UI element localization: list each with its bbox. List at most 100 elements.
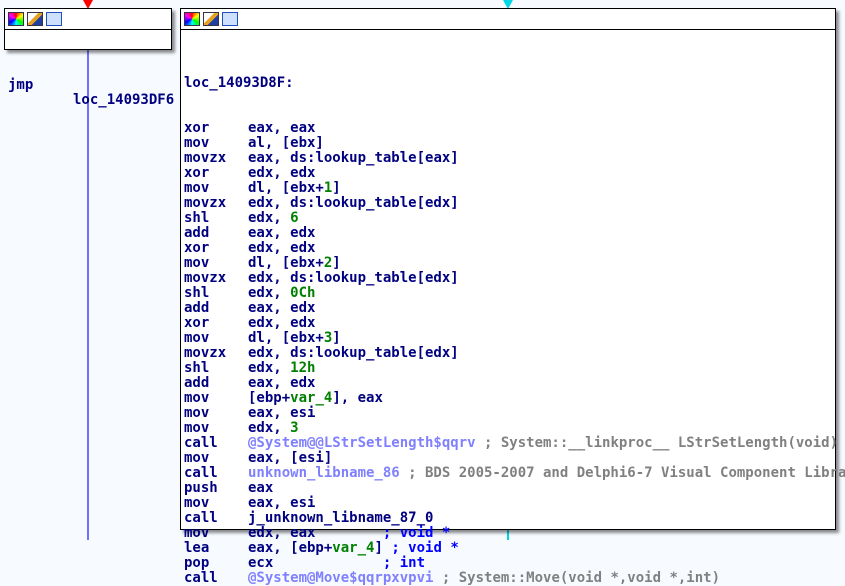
- variable-ref[interactable]: var_4: [332, 540, 374, 556]
- mnemonic: call: [184, 465, 218, 481]
- graph-overview-icon[interactable]: [222, 12, 238, 26]
- operand-text: dl, [ebx+: [248, 255, 324, 271]
- code-line: xor edx, edx: [184, 241, 835, 256]
- code-line: movzx edx, ds:lookup_table[edx]: [184, 271, 835, 286]
- number-literal: 3: [290, 420, 299, 436]
- operand-text: eax, edx: [248, 375, 316, 391]
- jump-target-link[interactable]: loc_14093DF6: [73, 93, 174, 108]
- code-line: xor edx, edx: [184, 166, 835, 181]
- operand-text: edx,: [248, 210, 291, 226]
- operands: @System@Move$qqrpxvpvi ; System::Move(vo…: [248, 571, 720, 586]
- operand-text: al, [ebx]: [248, 135, 324, 151]
- mnemonic: call: [184, 570, 218, 586]
- code-line: pop ecx ; int: [184, 556, 835, 571]
- symbol-link[interactable]: lookup_table: [315, 150, 416, 166]
- operands: [ebp+var_4], eax: [248, 391, 383, 406]
- node-titlebar[interactable]: [181, 9, 835, 30]
- code-line: mov [ebp+var_4], eax: [184, 391, 835, 406]
- color-palette-icon[interactable]: [8, 12, 24, 26]
- operands: dl, [ebx+1]: [248, 181, 341, 196]
- operand-text: ]: [374, 540, 392, 556]
- mnemonic: xor: [184, 315, 210, 331]
- symbol-link[interactable]: j_unknown_libname_87_0: [248, 510, 433, 526]
- code-lines: loc_14093D8F: xor eax, eax mov al, [ebx] mov…: [181, 30, 845, 586]
- mnemonic: mov: [184, 180, 210, 196]
- operand-text: edx, ds:lookup_table[edx]: [248, 345, 459, 361]
- code-line: movzx edx, ds:lookup_table[edx]: [184, 196, 835, 211]
- mnemonic: push: [184, 480, 218, 496]
- operand-text: [eax]: [416, 150, 459, 166]
- edit-pencil-icon[interactable]: [27, 12, 43, 26]
- color-palette-icon[interactable]: [184, 12, 200, 26]
- operand-text: eax, edx: [248, 225, 316, 241]
- comment: ; System::Move(void *,void *,int): [433, 570, 721, 586]
- operand-text: ]: [332, 180, 341, 196]
- mnemonic: add: [184, 300, 210, 316]
- operands: edx, ds:lookup_table[edx]: [248, 346, 459, 361]
- code-line: movzx edx, ds:lookup_table[edx]: [184, 346, 835, 361]
- mnemonic: jmp: [8, 77, 34, 93]
- operands: eax, edx: [248, 226, 315, 241]
- comment: ; BDS 2005-2007 and Delphi6-7 Visual Com…: [399, 465, 845, 481]
- operand-text: eax, esi: [248, 405, 316, 421]
- code-line: xor edx, edx: [184, 316, 835, 331]
- operands: edx, eax ; void *: [248, 526, 450, 541]
- code-line: call j_unknown_libname_87_0: [184, 511, 835, 526]
- mnemonic: mov: [184, 450, 210, 466]
- operands: eax, edx: [248, 301, 315, 316]
- mnemonic: pop: [184, 555, 210, 571]
- code-lines: jmp loc_14093DF6: [5, 30, 174, 108]
- operands: dl, [ebx+2]: [248, 256, 341, 271]
- mnemonic: movzx: [184, 195, 227, 211]
- code-line: mov eax, [esi]: [184, 451, 835, 466]
- operand-text: edx, ds:lookup_table[edx]: [248, 195, 459, 211]
- mnemonic: mov: [184, 330, 210, 346]
- operands: j_unknown_libname_87_0: [248, 511, 433, 526]
- operands: edx, edx: [248, 166, 315, 181]
- operands: edx, ds:lookup_table[edx]: [248, 196, 459, 211]
- mnemonic: lea: [184, 540, 210, 556]
- node-titlebar[interactable]: [5, 9, 171, 30]
- mnemonic: movzx: [184, 270, 227, 286]
- mnemonic: call: [184, 435, 218, 451]
- operand-text: ecx: [248, 555, 383, 571]
- operands: ecx ; int: [248, 556, 425, 571]
- operands: edx, edx: [248, 241, 315, 256]
- operands: edx, edx: [248, 316, 315, 331]
- operands: edx, 0Ch: [248, 286, 315, 301]
- graph-node-main[interactable]: loc_14093D8F: xor eax, eax mov al, [ebx] mov…: [180, 8, 845, 586]
- mnemonic: shl: [184, 285, 210, 301]
- code-line: shl edx, 0Ch: [184, 286, 835, 301]
- number-literal: 6: [290, 210, 299, 226]
- location-label[interactable]: loc_14093D8F:: [184, 76, 835, 91]
- code-line: call unknown_libname_86 ; BDS 2005-2007 a…: [184, 465, 845, 481]
- operands: eax, edx: [248, 376, 315, 391]
- operand-text: edx,: [248, 420, 291, 436]
- symbol-link[interactable]: @System@@LStrSetLength$qqrv: [248, 435, 476, 451]
- mnemonic: movzx: [184, 150, 227, 166]
- edit-pencil-icon[interactable]: [203, 12, 219, 26]
- graph-node-left[interactable]: jmp loc_14093DF6: [4, 8, 174, 108]
- operand-text: edx, edx: [248, 315, 316, 331]
- operand-text: edx, edx: [248, 165, 316, 181]
- variable-ref[interactable]: var_4: [290, 390, 332, 406]
- operand-text: dl, [ebx+: [248, 180, 324, 196]
- operand-text: eax, esi: [248, 495, 316, 511]
- operands: eax, [esi]: [248, 451, 332, 466]
- mnemonic: mov: [184, 420, 210, 436]
- operands: al, [ebx]: [248, 136, 324, 151]
- operands: eax, eax: [248, 121, 315, 136]
- code-line: add eax, edx: [184, 301, 835, 316]
- code-line: mov eax, esi: [184, 496, 835, 511]
- operand-text: eax, [esi]: [248, 450, 333, 466]
- operand-text: edx, ds:lookup_table[edx]: [248, 270, 459, 286]
- symbol-link[interactable]: unknown_libname_86: [248, 465, 400, 481]
- operands: eax: [248, 481, 273, 496]
- symbol-link[interactable]: @System@Move$qqrpxvpvi: [248, 570, 433, 586]
- graph-overview-icon[interactable]: [46, 12, 62, 26]
- code-line: mov eax, esi: [184, 406, 835, 421]
- operand-text: eax, [ebp+: [248, 540, 333, 556]
- code-line: mov edx, 3: [184, 421, 835, 436]
- type-comment: ; int: [382, 555, 426, 571]
- operand-text: edx, edx: [248, 240, 316, 256]
